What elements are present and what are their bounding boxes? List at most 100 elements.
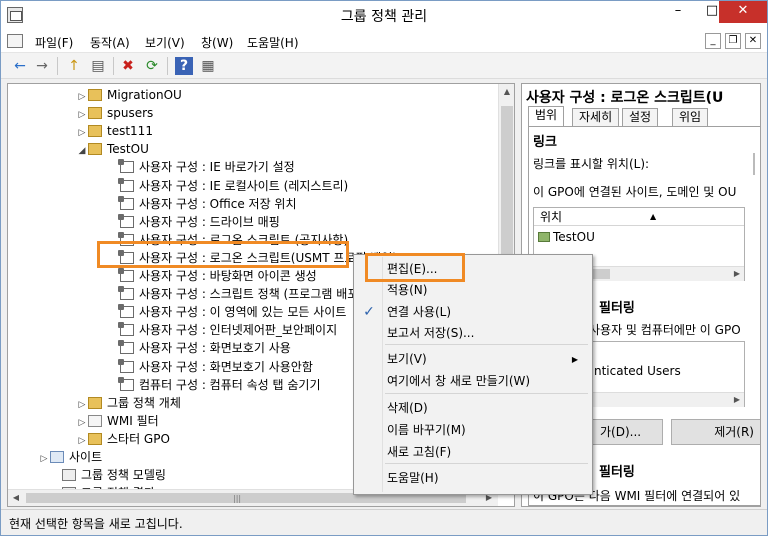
- tree-item[interactable]: 사용자 구성 : IE 로컬사이트 (레지스트리): [108, 177, 348, 195]
- properties-icon[interactable]: ▦: [199, 57, 217, 75]
- tab-delegation[interactable]: 위임: [672, 108, 709, 126]
- tree-item[interactable]: 사용자 구성 : IE 바로가기 설정: [108, 158, 295, 176]
- tree-item[interactable]: 사용자 구성 : 이 영역에 있는 모든 사이트: [108, 303, 346, 321]
- menu-window[interactable]: 창(W): [201, 34, 233, 51]
- toolbar-separator: [167, 57, 168, 75]
- tree-item-label: TestOU: [107, 142, 149, 157]
- window-title: 그룹 정책 관리: [340, 9, 428, 25]
- links-section-title: 링크: [533, 135, 557, 150]
- minimize-button[interactable]: –: [661, 1, 695, 23]
- tree-item[interactable]: 그룹 정책 모델링: [50, 466, 166, 484]
- tree-item[interactable]: ▷ 그룹 정책 개체: [76, 394, 181, 412]
- mdi-restore-button[interactable]: ❐: [725, 33, 741, 49]
- menu-separator: [385, 463, 588, 464]
- script-icon: [118, 177, 134, 192]
- scroll-right-icon[interactable]: ▶: [730, 267, 744, 281]
- scroll-left-icon[interactable]: ◀: [8, 490, 24, 506]
- refresh-icon[interactable]: ⟳: [143, 57, 161, 75]
- tree-item-label: 사이트: [69, 450, 103, 464]
- tree-item-label: 사용자 구성 : IE 로컬사이트 (레지스트리): [139, 178, 349, 193]
- tree-item[interactable]: 사용자 구성 : 화면보호기 사용안함: [108, 358, 313, 376]
- list-item[interactable]: TestOU: [538, 228, 595, 246]
- tree-item-label: 사용자 구성 : 화면보호기 사용: [139, 341, 291, 356]
- location-dropdown-edge[interactable]: [753, 153, 755, 175]
- scroll-right-icon[interactable]: ▶: [730, 393, 744, 407]
- tree-item[interactable]: 컴퓨터 구성 : 컴퓨터 속성 탭 숨기기: [108, 376, 321, 394]
- tab-details[interactable]: 자세히: [572, 108, 620, 126]
- context-menu-item[interactable]: 보기(V) ▶: [356, 349, 590, 370]
- mdi-close-button[interactable]: ✕: [745, 33, 761, 49]
- context-menu-item-label: 보고서 저장(S)...: [387, 326, 475, 340]
- context-menu-item[interactable]: 도움말(H): [356, 468, 590, 489]
- menu-help[interactable]: 도움말(H): [247, 34, 299, 51]
- tree-item-label: 사용자 구성 : 드라이브 매핑: [139, 214, 280, 229]
- tree-item[interactable]: ▷ 스타터 GPO: [76, 430, 170, 448]
- filter-icon: [88, 414, 102, 427]
- tree-item-label: spusers: [107, 106, 154, 121]
- folder-icon: [88, 89, 102, 101]
- tree-item[interactable]: 사용자 구성 : 화면보호기 사용: [108, 339, 291, 357]
- tree-item[interactable]: ◢ TestOU: [76, 140, 149, 158]
- context-menu-item-label: 적용(N): [387, 283, 428, 297]
- gpmc-window: 그룹 정책 관리 – □ ✕ 파일(F) 동작(A) 보기(V) 창(W) 도움…: [0, 0, 768, 536]
- context-menu-item[interactable]: 보고서 저장(S)...: [356, 323, 590, 344]
- back-arrow-icon[interactable]: ←: [11, 57, 29, 75]
- menu-action[interactable]: 동작(A): [90, 34, 130, 51]
- document-icon[interactable]: [7, 34, 23, 48]
- context-menu-item[interactable]: 연결 사용(L): [356, 302, 590, 323]
- tree-item-label: test111: [107, 124, 153, 139]
- delete-icon[interactable]: ✖: [119, 57, 137, 75]
- expand-toggle-icon[interactable]: ▷: [38, 450, 50, 468]
- status-bar: 현재 선택한 항목을 새로 고칩니다.: [1, 509, 767, 535]
- context-menu-item-label: 도움말(H): [387, 471, 439, 485]
- security-filtering-desc: 사용자 및 컴퓨터에만 이 GPO: [589, 323, 741, 337]
- menu-file[interactable]: 파일(F): [35, 34, 73, 51]
- tree-item[interactable]: 사용자 구성 : 드라이브 매핑: [108, 213, 280, 231]
- tree-item[interactable]: 사용자 구성 : 인터넷제어판_보안페이지: [108, 321, 337, 339]
- folder-icon: [88, 432, 102, 445]
- menu-bar: 파일(F) 동작(A) 보기(V) 창(W) 도움말(H) _ ❐ ✕: [1, 29, 767, 53]
- help-icon[interactable]: ?: [175, 57, 193, 75]
- submenu-arrow-icon: ▶: [571, 355, 578, 364]
- tree-item[interactable]: 사용자 구성 : 로그온 스크립트 (공지사항): [108, 231, 348, 249]
- remove-button[interactable]: 제거(R): [671, 419, 760, 445]
- status-text: 현재 선택한 항목을 새로 고칩니다.: [9, 517, 183, 531]
- links-column-header[interactable]: 위치 ▲: [534, 208, 744, 226]
- details-title: 사용자 구성 : 로그온 스크립트(U: [526, 90, 724, 106]
- tab-settings[interactable]: 설정: [622, 108, 659, 126]
- tree-item-label: MigrationOU: [107, 88, 182, 102]
- menu-view[interactable]: 보기(V): [145, 34, 185, 51]
- script-icon: [118, 340, 134, 355]
- wmi-filtering-title: 필터링: [599, 465, 635, 480]
- context-menu-item[interactable]: 편집(E)...: [356, 259, 590, 280]
- script-icon: [118, 268, 134, 282]
- list-item[interactable]: nticated Users: [594, 362, 681, 380]
- context-menu-item[interactable]: 적용(N): [356, 280, 590, 301]
- context-menu-item[interactable]: 이름 바꾸기(M): [356, 420, 590, 441]
- tab-scope[interactable]: 범위: [528, 106, 565, 126]
- script-icon: [118, 231, 134, 246]
- context-menu-item[interactable]: 삭제(D): [356, 398, 590, 419]
- context-menu-item[interactable]: 새로 고침(F): [356, 442, 590, 463]
- show-hide-tree-icon[interactable]: ▤: [89, 57, 107, 75]
- tree-item[interactable]: ▷ 사이트: [38, 448, 103, 468]
- script-icon: [118, 304, 134, 319]
- context-menu-item[interactable]: 여기에서 창 새로 만들기(W): [356, 371, 590, 392]
- toolbar-separator: [113, 57, 114, 75]
- tree-item[interactable]: 사용자 구성 : 바탕화면 아이콘 생성: [108, 267, 317, 285]
- tree-item-label: 사용자 구성 : 스크립트 정책 (프로그램 배포): [139, 287, 363, 302]
- mdi-minimize-button[interactable]: _: [705, 33, 721, 49]
- tree-item[interactable]: ▷ test111: [76, 122, 153, 140]
- tree-item[interactable]: ▷ MigrationOU: [76, 86, 182, 104]
- tree-item[interactable]: 사용자 구성 : 스크립트 정책 (프로그램 배포): [108, 285, 363, 303]
- scroll-up-icon[interactable]: ▲: [499, 84, 514, 100]
- forward-arrow-icon[interactable]: →: [33, 57, 51, 75]
- tree-item-label: 사용자 구성 : IE 바로가기 설정: [139, 160, 295, 175]
- close-button[interactable]: ✕: [719, 1, 767, 23]
- up-folder-icon[interactable]: ↑: [65, 57, 83, 75]
- expand-toggle-icon[interactable]: ◢: [76, 142, 88, 160]
- tree-item[interactable]: 사용자 구성 : Office 저장 위치: [108, 195, 297, 213]
- tree-item[interactable]: ▷ WMI 필터: [76, 412, 159, 430]
- tree-item-label: 사용자 구성 : 이 영역에 있는 모든 사이트: [139, 305, 347, 320]
- tree-item[interactable]: ▷ spusers: [76, 104, 154, 122]
